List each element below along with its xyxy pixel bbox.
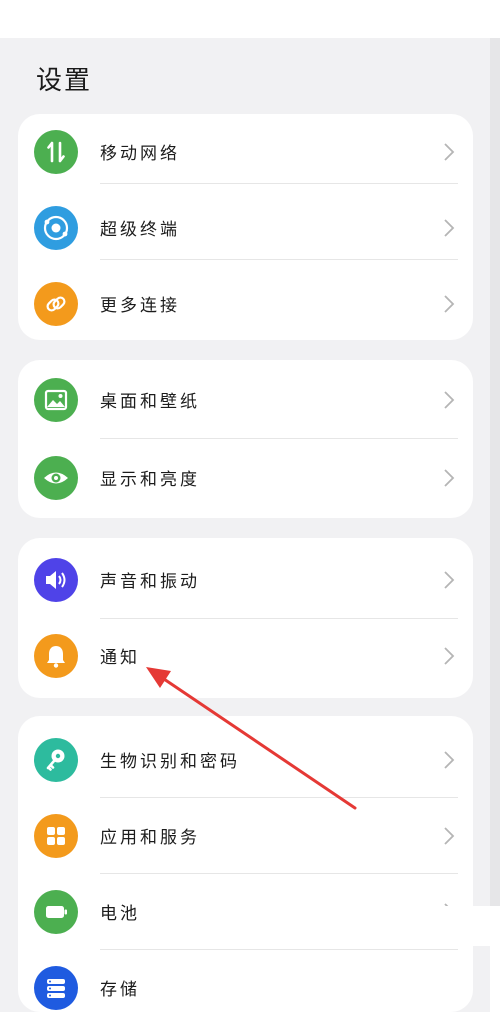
divider [100,438,458,439]
settings-item-more-connections[interactable]: 更多连接 [18,266,473,342]
wallpaper-icon [34,378,78,422]
mobile-network-icon [34,130,78,174]
settings-item-biometrics[interactable]: 生物识别和密码 [18,722,473,798]
chevron-right-icon [443,750,455,774]
settings-item-display[interactable]: 显示和亮度 [18,440,473,516]
settings-item-label: 显示和亮度 [100,470,200,490]
settings-item-mobile-network[interactable]: 移动网络 [18,114,473,190]
settings-item-notifications[interactable]: 通知 [18,618,473,694]
chevron-right-icon [443,294,455,318]
settings-item-label: 超级终端 [100,220,180,240]
settings-item-super-device[interactable]: 超级终端 [18,190,473,266]
divider [100,183,458,184]
settings-item-sound[interactable]: 声音和振动 [18,542,473,618]
chevron-right-icon [443,218,455,242]
settings-item-wallpaper[interactable]: 桌面和壁纸 [18,362,473,438]
settings-item-label: 存储 [100,980,140,1000]
screen-edge [490,38,500,908]
bell-icon [34,634,78,678]
eye-icon [34,456,78,500]
settings-item-label: 生物识别和密码 [100,752,240,772]
settings-group-system: 生物识别和密码 应用和服务 电池 [18,716,473,1012]
link-icon [34,282,78,326]
settings-group-connectivity: 移动网络 超级终端 更多连接 [18,114,473,340]
settings-item-apps[interactable]: 应用和服务 [18,798,473,874]
chevron-right-icon [443,142,455,166]
apps-grid-icon [34,814,78,858]
storage-icon [34,966,78,1010]
settings-group-sound-notify: 声音和振动 通知 [18,538,473,698]
page-title: 设置 [36,66,93,96]
key-icon [34,738,78,782]
speaker-icon [34,558,78,602]
settings-item-label: 更多连接 [100,296,180,316]
super-device-icon [34,206,78,250]
battery-icon [34,890,78,934]
settings-item-label: 移动网络 [100,144,180,164]
settings-item-label: 电池 [100,904,140,924]
chevron-right-icon [443,570,455,594]
settings-item-storage[interactable]: 存储 [18,950,473,1026]
chevron-right-icon [443,468,455,492]
settings-item-label: 应用和服务 [100,828,200,848]
overlay-patch [100,906,500,946]
divider [100,259,458,260]
chevron-right-icon [443,826,455,850]
settings-item-label: 声音和振动 [100,572,200,592]
chevron-right-icon [443,390,455,414]
chevron-right-icon [443,646,455,670]
settings-item-label: 通知 [100,648,140,668]
settings-group-display: 桌面和壁纸 显示和亮度 [18,360,473,518]
settings-item-label: 桌面和壁纸 [100,392,200,412]
